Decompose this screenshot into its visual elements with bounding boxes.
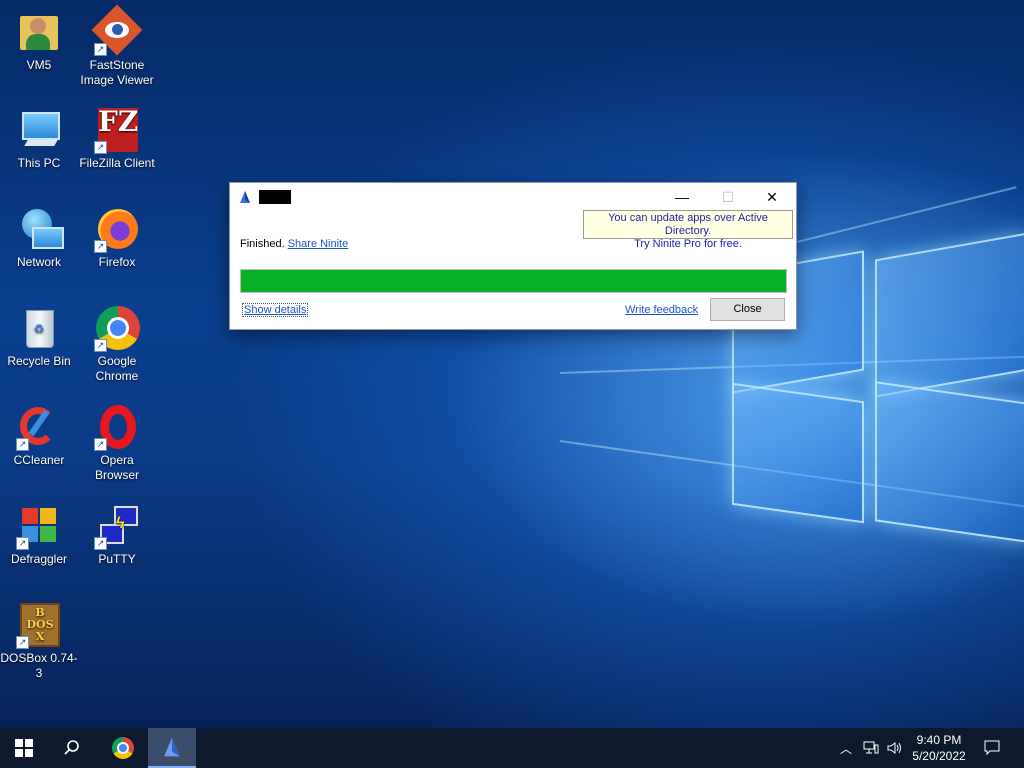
desktop-icon-label: Recycle Bin xyxy=(7,354,71,368)
opera-icon: ↗ xyxy=(94,405,140,451)
desktop-icon-putty[interactable]: ϟ ↗ PuTTY xyxy=(78,504,156,567)
taskbar: ︿ 9:40 PM 5/20/2022 xyxy=(0,728,1024,768)
chrome-icon: ↗ xyxy=(94,306,140,352)
desktop-icon-label: VM5 xyxy=(26,58,52,72)
desktop-icon-label: This PC xyxy=(17,156,61,170)
user-folder-icon xyxy=(16,10,62,56)
progress-bar-fill xyxy=(241,270,786,292)
desktop-icon-chrome[interactable]: ↗ Google Chrome xyxy=(78,306,156,384)
desktop-icon-dosbox[interactable]: B DOS X ↗ DOSBox 0.74-3 xyxy=(0,603,78,681)
maximize-button: ☐ xyxy=(721,189,735,205)
close-button[interactable]: Close xyxy=(710,298,785,321)
action-center-button[interactable] xyxy=(980,728,1004,768)
desktop-icon-this-pc[interactable]: This PC xyxy=(0,108,78,171)
desktop-icon-label: Defraggler xyxy=(10,552,68,566)
shortcut-arrow-icon: ↗ xyxy=(94,240,107,253)
redacted-title xyxy=(259,190,291,204)
desktop-icon-filezilla[interactable]: FZ ↗ FileZilla Client xyxy=(78,108,156,171)
defraggler-icon: ↗ xyxy=(16,504,62,550)
minimize-button[interactable]: — xyxy=(659,183,705,211)
tooltip-line-1: You can update apps over Active Director… xyxy=(608,212,768,237)
shortcut-arrow-icon: ↗ xyxy=(94,43,107,56)
desktop-icon-ccleaner[interactable]: ↗ CCleaner xyxy=(0,405,78,468)
show-details-link[interactable]: Show details xyxy=(241,303,309,317)
firefox-icon: ↗ xyxy=(94,207,140,253)
shortcut-arrow-icon: ↗ xyxy=(94,141,107,154)
network-icon xyxy=(863,741,879,754)
ccleaner-icon: ↗ xyxy=(16,405,62,451)
taskbar-chrome[interactable] xyxy=(99,728,147,768)
putty-icon: ϟ ↗ xyxy=(94,504,140,550)
status-text: Finished. xyxy=(240,238,285,250)
status-line: Finished. Share Ninite xyxy=(240,238,348,250)
chrome-icon xyxy=(112,737,134,759)
shortcut-arrow-icon: ↗ xyxy=(94,339,107,352)
progress-bar xyxy=(240,269,787,293)
dialog-titlebar[interactable]: — ☐ ✕ xyxy=(230,183,796,211)
tooltip-line-2: Try Ninite Pro for free. xyxy=(634,238,742,250)
desktop-icon-label: Network xyxy=(16,255,61,269)
taskbar-ninite[interactable] xyxy=(148,728,196,768)
eye-icon: ↗ xyxy=(91,4,143,56)
desktop-icon-label: DOSBox 0.74-3 xyxy=(0,651,78,680)
taskbar-clock[interactable]: 9:40 PM 5/20/2022 xyxy=(898,732,980,764)
recycle-bin-icon: ♻ xyxy=(16,306,62,352)
promo-tooltip[interactable]: You can update apps over Active Director… xyxy=(583,210,793,250)
desktop-icon-opera[interactable]: ↗ Opera Browser xyxy=(78,405,156,483)
clock-time: 9:40 PM xyxy=(916,733,962,747)
shortcut-arrow-icon: ↗ xyxy=(16,438,29,451)
shortcut-arrow-icon: ↗ xyxy=(16,636,29,649)
desktop-icon-label: PuTTY xyxy=(98,552,136,566)
ninite-dialog: — ☐ ✕ You can update apps over Active Di… xyxy=(229,182,797,330)
desktop-icon-label: Firefox xyxy=(98,255,136,269)
dosbox-icon: B DOS X ↗ xyxy=(16,603,62,649)
desktop-icon-defraggler[interactable]: ↗ Defraggler xyxy=(0,504,78,567)
shortcut-arrow-icon: ↗ xyxy=(94,537,107,550)
search-icon xyxy=(64,740,79,755)
notification-icon xyxy=(984,740,1000,756)
desktop-icon-vm5[interactable]: VM5 xyxy=(0,10,78,73)
clock-date: 5/20/2022 xyxy=(912,749,966,763)
chevron-up-icon: ︿ xyxy=(839,741,852,756)
computer-icon xyxy=(16,108,62,154)
desktop-icon-label: FileZilla Client xyxy=(79,156,155,170)
search-button[interactable] xyxy=(48,728,96,768)
desktop-icon-recycle-bin[interactable]: ♻ Recycle Bin xyxy=(0,306,78,369)
desktop-icon-label: FastStone Image Viewer xyxy=(80,58,154,87)
close-window-button[interactable]: ✕ xyxy=(749,183,795,211)
desktop-icon-label: Google Chrome xyxy=(95,354,139,383)
write-feedback-link[interactable]: Write feedback xyxy=(625,304,698,316)
show-hidden-icons-button[interactable]: ︿ xyxy=(836,728,856,768)
network-tray-button[interactable] xyxy=(860,728,882,768)
filezilla-icon: FZ ↗ xyxy=(94,108,140,154)
network-globe-icon xyxy=(16,207,64,253)
desktop-icon-faststone[interactable]: ↗ FastStone Image Viewer xyxy=(78,4,156,88)
desktop-icon-network[interactable]: Network xyxy=(0,207,78,270)
share-ninite-link[interactable]: Share Ninite xyxy=(288,238,349,250)
ninite-icon xyxy=(238,190,252,204)
desktop-icon-label: CCleaner xyxy=(13,453,65,467)
ninite-icon xyxy=(164,737,180,757)
shortcut-arrow-icon: ↗ xyxy=(16,537,29,550)
desktop-icon-label: Opera Browser xyxy=(94,453,139,482)
start-button[interactable] xyxy=(0,728,48,768)
desktop-icon-firefox[interactable]: ↗ Firefox xyxy=(78,207,156,270)
windows-logo-icon xyxy=(15,739,33,757)
shortcut-arrow-icon: ↗ xyxy=(94,438,107,451)
